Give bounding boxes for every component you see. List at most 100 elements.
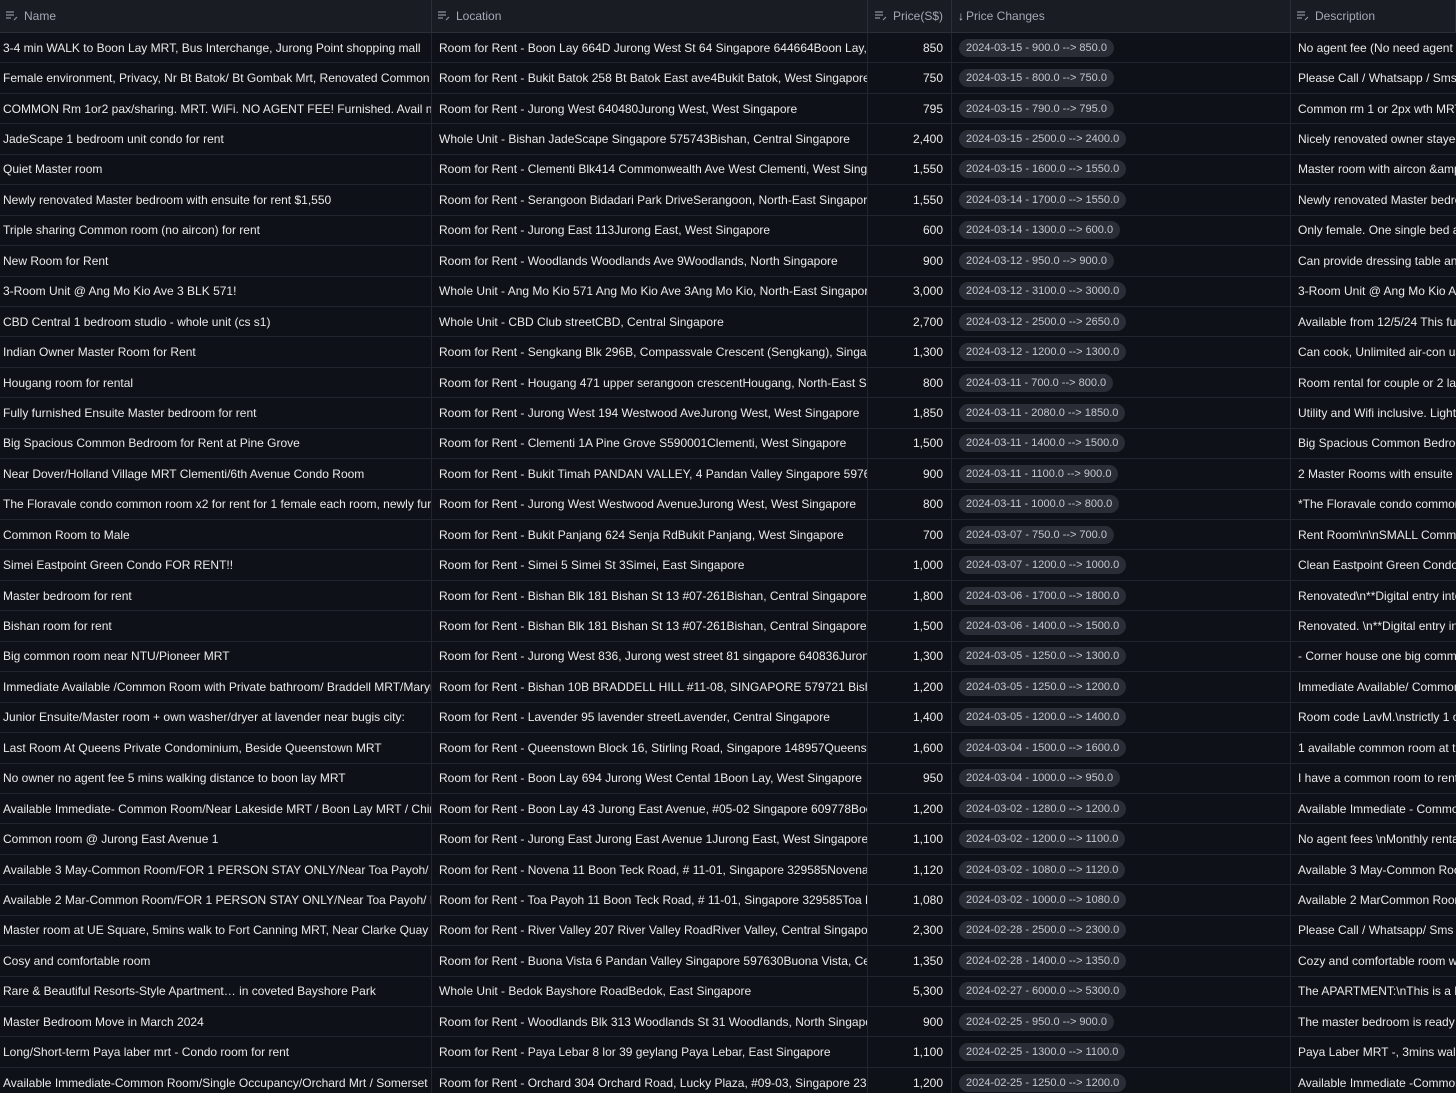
cell-name[interactable]: Master Bedroom Move in March 2024 <box>0 1007 432 1037</box>
cell-price-changes[interactable]: 2024-03-11 - 1000.0 --> 800.0 <box>952 489 1291 519</box>
cell-location[interactable]: Room for Rent - Queenstown Block 16, Sti… <box>432 733 868 763</box>
cell-location[interactable]: Room for Rent - Jurong East Jurong East … <box>432 824 868 854</box>
cell-price-changes[interactable]: 2024-03-04 - 1000.0 --> 950.0 <box>952 763 1291 793</box>
cell-price-changes[interactable]: 2024-03-05 - 1200.0 --> 1400.0 <box>952 702 1291 733</box>
cell-location[interactable]: Room for Rent - Boon Lay 664D Jurong Wes… <box>432 33 868 63</box>
cell-location[interactable]: Room for Rent - Lavender 95 lavender str… <box>432 702 868 733</box>
cell-price[interactable]: 1,000 <box>868 550 952 580</box>
sort-descending-icon[interactable]: ↓ <box>958 9 964 23</box>
column-header-price[interactable]: Price(S$) <box>868 0 952 32</box>
cell-price-changes[interactable]: 2024-03-02 - 1280.0 --> 1200.0 <box>952 793 1291 824</box>
cell-price[interactable]: 1,300 <box>868 337 952 367</box>
cell-location[interactable]: Whole Unit - Ang Mo Kio 571 Ang Mo Kio A… <box>432 276 868 306</box>
cell-name[interactable]: Near Dover/Holland Village MRT Clementi/… <box>0 459 432 489</box>
cell-location[interactable]: Whole Unit - Bedok Bayshore RoadBedok, E… <box>432 976 868 1006</box>
cell-description[interactable]: Common rm 1 or 2px wth MRT. W <box>1291 94 1456 123</box>
table-row[interactable]: Junior Ensuite/Master room + own washer/… <box>0 702 1456 734</box>
cell-price-changes[interactable]: 2024-03-02 - 1200.0 --> 1100.0 <box>952 824 1291 854</box>
table-row[interactable]: Indian Owner Master Room for Rent Room fo… <box>0 337 1456 368</box>
cell-price-changes[interactable]: 2024-03-06 - 1400.0 --> 1500.0 <box>952 611 1291 641</box>
table-row[interactable]: Last Room At Queens Private Condominium,… <box>0 733 1456 764</box>
cell-description[interactable]: Available from 12/5/24 This fully <box>1291 307 1456 336</box>
table-row[interactable]: No owner no agent fee 5 mins walking dis… <box>0 763 1456 794</box>
cell-location[interactable]: Room for Rent - Orchard 304 Orchard Road… <box>432 1067 868 1093</box>
table-row[interactable]: Available 2 Mar-Common Room/FOR 1 PERSON… <box>0 885 1456 916</box>
cell-price[interactable]: 1,120 <box>868 854 952 885</box>
table-row[interactable]: Female environment, Privacy, Nr Bt Batok… <box>0 63 1456 94</box>
cell-description[interactable]: Can cook, Unlimited air-con usa <box>1291 337 1456 366</box>
column-header-location[interactable]: Location <box>432 0 868 32</box>
cell-description[interactable]: Master room with aircon &amp; <box>1291 155 1456 184</box>
table-row[interactable]: Rare & Beautiful Resorts-Style Apartment… <box>0 976 1456 1007</box>
table-row[interactable]: Simei Eastpoint Green Condo FOR RENT!! Ro… <box>0 550 1456 581</box>
cell-price-changes[interactable]: 2024-03-06 - 1700.0 --> 1800.0 <box>952 580 1291 611</box>
cell-description[interactable]: 1 available common room at th <box>1291 733 1456 762</box>
cell-name[interactable]: 3-Room Unit @ Ang Mo Kio Ave 3 BLK 571! <box>0 276 432 306</box>
cell-name[interactable]: Newly renovated Master bedroom with ensu… <box>0 185 432 215</box>
cell-price[interactable]: 1,400 <box>868 702 952 733</box>
cell-name[interactable]: Last Room At Queens Private Condominium,… <box>0 733 432 763</box>
cell-price[interactable]: 750 <box>868 63 952 93</box>
cell-price-changes[interactable]: 2024-03-12 - 3100.0 --> 3000.0 <box>952 276 1291 306</box>
cell-description[interactable]: No agent fee (No need agent to <box>1291 33 1456 62</box>
table-row[interactable]: Near Dover/Holland Village MRT Clementi/… <box>0 459 1456 490</box>
cell-price-changes[interactable]: 2024-02-25 - 950.0 --> 900.0 <box>952 1007 1291 1037</box>
cell-price[interactable]: 1,500 <box>868 611 952 641</box>
cell-location[interactable]: Room for Rent - Serangoon Bidadari Park … <box>432 185 868 215</box>
cell-price-changes[interactable]: 2024-03-12 - 2500.0 --> 2650.0 <box>952 306 1291 337</box>
cell-price[interactable]: 900 <box>868 1007 952 1037</box>
cell-name[interactable]: Indian Owner Master Room for Rent <box>0 337 432 367</box>
cell-price-changes[interactable]: 2024-03-15 - 900.0 --> 850.0 <box>952 33 1291 63</box>
cell-price[interactable]: 600 <box>868 215 952 246</box>
cell-description[interactable]: Nicely renovated owner stayed <box>1291 124 1456 153</box>
table-row[interactable]: Big Spacious Common Bedroom for Rent at … <box>0 428 1456 460</box>
cell-price[interactable]: 1,550 <box>868 154 952 185</box>
table-row[interactable]: Bishan room for rent Room for Rent - Bish… <box>0 611 1456 642</box>
cell-name[interactable]: Long/Short-term Paya laber mrt - Condo r… <box>0 1037 432 1067</box>
cell-price-changes[interactable]: 2024-02-25 - 1300.0 --> 1100.0 <box>952 1037 1291 1067</box>
cell-name[interactable]: Available Immediate-Common Room/Single O… <box>0 1067 432 1093</box>
cell-description[interactable]: Renovated\n**Digital entry into <box>1291 581 1456 610</box>
table-row[interactable]: Immediate Available /Common Room with Pr… <box>0 672 1456 703</box>
cell-location[interactable]: Room for Rent - Jurong East 113Jurong Ea… <box>432 215 868 246</box>
cell-price[interactable]: 1,300 <box>868 641 952 672</box>
cell-price[interactable]: 950 <box>868 763 952 793</box>
table-row[interactable]: Available 3 May-Common Room/FOR 1 PERSON… <box>0 854 1456 886</box>
cell-price-changes[interactable]: 2024-03-15 - 790.0 --> 795.0 <box>952 93 1291 124</box>
cell-price-changes[interactable]: 2024-03-02 - 1000.0 --> 1080.0 <box>952 885 1291 915</box>
column-header-description[interactable]: Description <box>1291 0 1456 32</box>
cell-price-changes[interactable]: 2024-03-12 - 1200.0 --> 1300.0 <box>952 337 1291 367</box>
cell-price[interactable]: 800 <box>868 367 952 398</box>
cell-price-changes[interactable]: 2024-03-11 - 1100.0 --> 900.0 <box>952 459 1291 489</box>
cell-price-changes[interactable]: 2024-02-28 - 1400.0 --> 1350.0 <box>952 946 1291 976</box>
table-row[interactable]: Available Immediate-Common Room/Single O… <box>0 1067 1456 1093</box>
cell-name[interactable]: Hougang room for rental <box>0 367 432 398</box>
cell-price[interactable]: 1,600 <box>868 733 952 763</box>
cell-price[interactable]: 2,700 <box>868 306 952 337</box>
cell-description[interactable]: Room code LavM.\nstrictly 1 occ <box>1291 703 1456 732</box>
cell-description[interactable]: Available Immediate -Common <box>1291 1068 1456 1093</box>
cell-name[interactable]: COMMON Rm 1or2 pax/sharing. MRT. WiFi. N… <box>0 93 432 124</box>
cell-name[interactable]: Immediate Available /Common Room with Pr… <box>0 672 432 702</box>
cell-price[interactable]: 1,200 <box>868 1067 952 1093</box>
cell-description[interactable]: The APARTMENT:\nThis is a Rare <box>1291 977 1456 1006</box>
cell-name[interactable]: 3-4 min WALK to Boon Lay MRT, Bus Interc… <box>0 33 432 63</box>
cell-location[interactable]: Whole Unit - Bishan JadeScape Singapore … <box>432 124 868 154</box>
cell-name[interactable]: Available 3 May-Common Room/FOR 1 PERSON… <box>0 854 432 885</box>
table-row[interactable]: Cosy and comfortable room Room for Rent -… <box>0 946 1456 977</box>
cell-description[interactable]: Please Call / Whatsapp/ Sms : + <box>1291 916 1456 945</box>
cell-description[interactable]: The master bedroom is ready fo <box>1291 1007 1456 1036</box>
cell-price-changes[interactable]: 2024-03-15 - 2500.0 --> 2400.0 <box>952 124 1291 154</box>
cell-location[interactable]: Room for Rent - Bukit Timah PANDAN VALLE… <box>432 459 868 489</box>
cell-description[interactable]: Cozy and comfortable room wit <box>1291 946 1456 975</box>
cell-name[interactable]: No owner no agent fee 5 mins walking dis… <box>0 763 432 793</box>
cell-name[interactable]: Triple sharing Common room (no aircon) f… <box>0 215 432 246</box>
cell-location[interactable]: Whole Unit - CBD Club streetCBD, Central… <box>432 306 868 337</box>
cell-location[interactable]: Room for Rent - Buona Vista 6 Pandan Val… <box>432 946 868 976</box>
cell-name[interactable]: JadeScape 1 bedroom unit condo for rent <box>0 124 432 154</box>
cell-description[interactable]: Can provide dressing table and <box>1291 246 1456 275</box>
cell-name[interactable]: Rare & Beautiful Resorts-Style Apartment… <box>0 976 432 1006</box>
table-row[interactable]: Master bedroom for rent Room for Rent - B… <box>0 580 1456 612</box>
cell-price[interactable]: 700 <box>868 520 952 550</box>
cell-price[interactable]: 5,300 <box>868 976 952 1006</box>
